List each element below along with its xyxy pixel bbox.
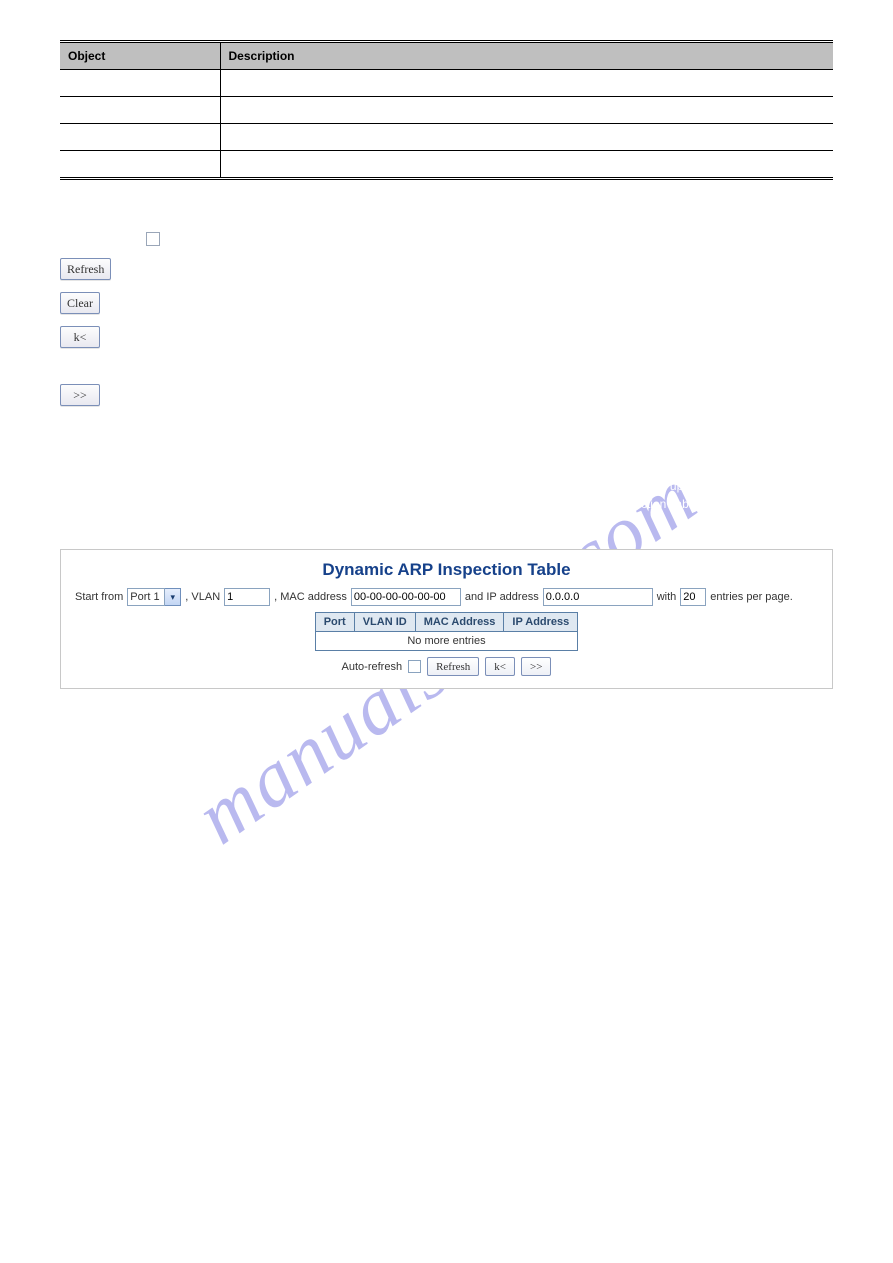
next-page-button: >> [60, 384, 100, 406]
button-descriptions: : Check this box to refresh the page aut… [60, 230, 833, 406]
table-row: IP Address User IP address of the entry. [60, 151, 833, 179]
defcell: IP Address [60, 151, 220, 179]
first-desc: : Updates the table starting from the fi… [110, 326, 833, 340]
ip-input[interactable] [543, 588, 653, 606]
clear-row: Clear : Flushes all dynamic entries. [60, 292, 833, 314]
filter-controls: Start from Port 1 ▾ , VLAN , MAC address… [75, 588, 818, 606]
label-vlan: , VLAN [185, 591, 220, 603]
label-start-from: Start from [75, 591, 123, 603]
refresh-row: Refresh : Click to refresh the page imme… [60, 258, 833, 280]
col-port: Port [315, 613, 354, 632]
next-row: >> : Updates the table, starting with th… [60, 384, 833, 406]
page-number: 248 [0, 1219, 893, 1233]
defcell: User IP address of the entry. [220, 151, 833, 179]
table-row: Port Switch Port Number for which the en… [60, 70, 833, 97]
checkbox-icon [146, 232, 160, 246]
autorefresh-desc: : Check this box to refresh the page aut… [170, 230, 833, 244]
col-ip: IP Address [504, 613, 578, 632]
arp-inspection-panel: Dynamic ARP Inspection Table Start from … [60, 549, 833, 689]
nav-heading: Navigating the ARP Inspection Table [60, 737, 833, 751]
label-entries-per-page: entries per page. [710, 591, 793, 603]
clear-button: Clear [60, 292, 100, 314]
first-page-button: k< [60, 326, 100, 348]
nav-text: Each page shows up to 99 entries from th… [60, 755, 833, 783]
no-entries-cell: No more entries [315, 632, 578, 651]
panel-next-button[interactable]: >> [521, 657, 551, 676]
defcell: User MAC address of the entry. [220, 124, 833, 151]
results-table: Port VLAN ID MAC Address IP Address No m… [315, 612, 579, 651]
vlan-input[interactable] [224, 588, 270, 606]
section-heading: 4.12.13 Dynamic ARP Inspection Table [60, 446, 833, 467]
chevron-down-icon: ▾ [165, 588, 181, 606]
page-content: Object Description Port Switch Port Numb… [0, 0, 893, 823]
defcell: VLAN-ID in which the ARP traffic is perm… [220, 97, 833, 124]
col-vlanid: VLAN ID [354, 613, 415, 632]
first-row: k< : Updates the table starting from the… [60, 326, 833, 348]
autorefresh-row: : Check this box to refresh the page aut… [60, 230, 833, 246]
defcell: Port [60, 70, 220, 97]
mac-input[interactable] [351, 588, 461, 606]
panel-refresh-button[interactable]: Refresh [427, 657, 479, 676]
panel-first-button[interactable]: k< [485, 657, 515, 676]
refresh-desc: : Click to refresh the page immediately. [121, 258, 833, 272]
table-row: No more entries [315, 632, 578, 651]
next-desc: : Updates the table, starting with the e… [110, 384, 833, 398]
table-row: MAC Address User MAC address of the entr… [60, 124, 833, 151]
defcell: VLAN ID [60, 97, 220, 124]
panel-title: Dynamic ARP Inspection Table [75, 560, 818, 580]
defcell: Switch Port Number for which the entries… [220, 70, 833, 97]
refresh-button: Refresh [60, 258, 111, 280]
figure-caption: Figure 4-12-17: Dynamic ARP Inspection T… [60, 699, 833, 713]
label-with: with [657, 591, 677, 603]
port-select[interactable]: Port 1 ▾ [127, 588, 181, 606]
entries-input[interactable] [680, 588, 706, 606]
clear-desc: : Flushes all dynamic entries. [110, 292, 833, 306]
autorefresh-checkbox[interactable] [408, 660, 421, 673]
panel-action-row: Auto-refresh Refresh k< >> [75, 657, 818, 676]
section-intro: Entries in the Dynamic ARP Inspection Ta… [60, 477, 833, 531]
label-ip: and IP address [465, 591, 539, 603]
autorefresh-label: Auto-refresh [342, 661, 403, 673]
table-row: VLAN ID VLAN-ID in which the ARP traffic… [60, 97, 833, 124]
defcell: MAC Address [60, 124, 220, 151]
port-select-value: Port 1 [127, 588, 165, 606]
defhead-object: Object [60, 42, 220, 70]
col-mac: MAC Address [415, 613, 504, 632]
defhead-desc: Description [220, 42, 833, 70]
definition-table: Object Description Port Switch Port Numb… [60, 40, 833, 180]
results-table-wrap: Port VLAN ID MAC Address IP Address No m… [75, 612, 818, 651]
label-mac: , MAC address [274, 591, 347, 603]
